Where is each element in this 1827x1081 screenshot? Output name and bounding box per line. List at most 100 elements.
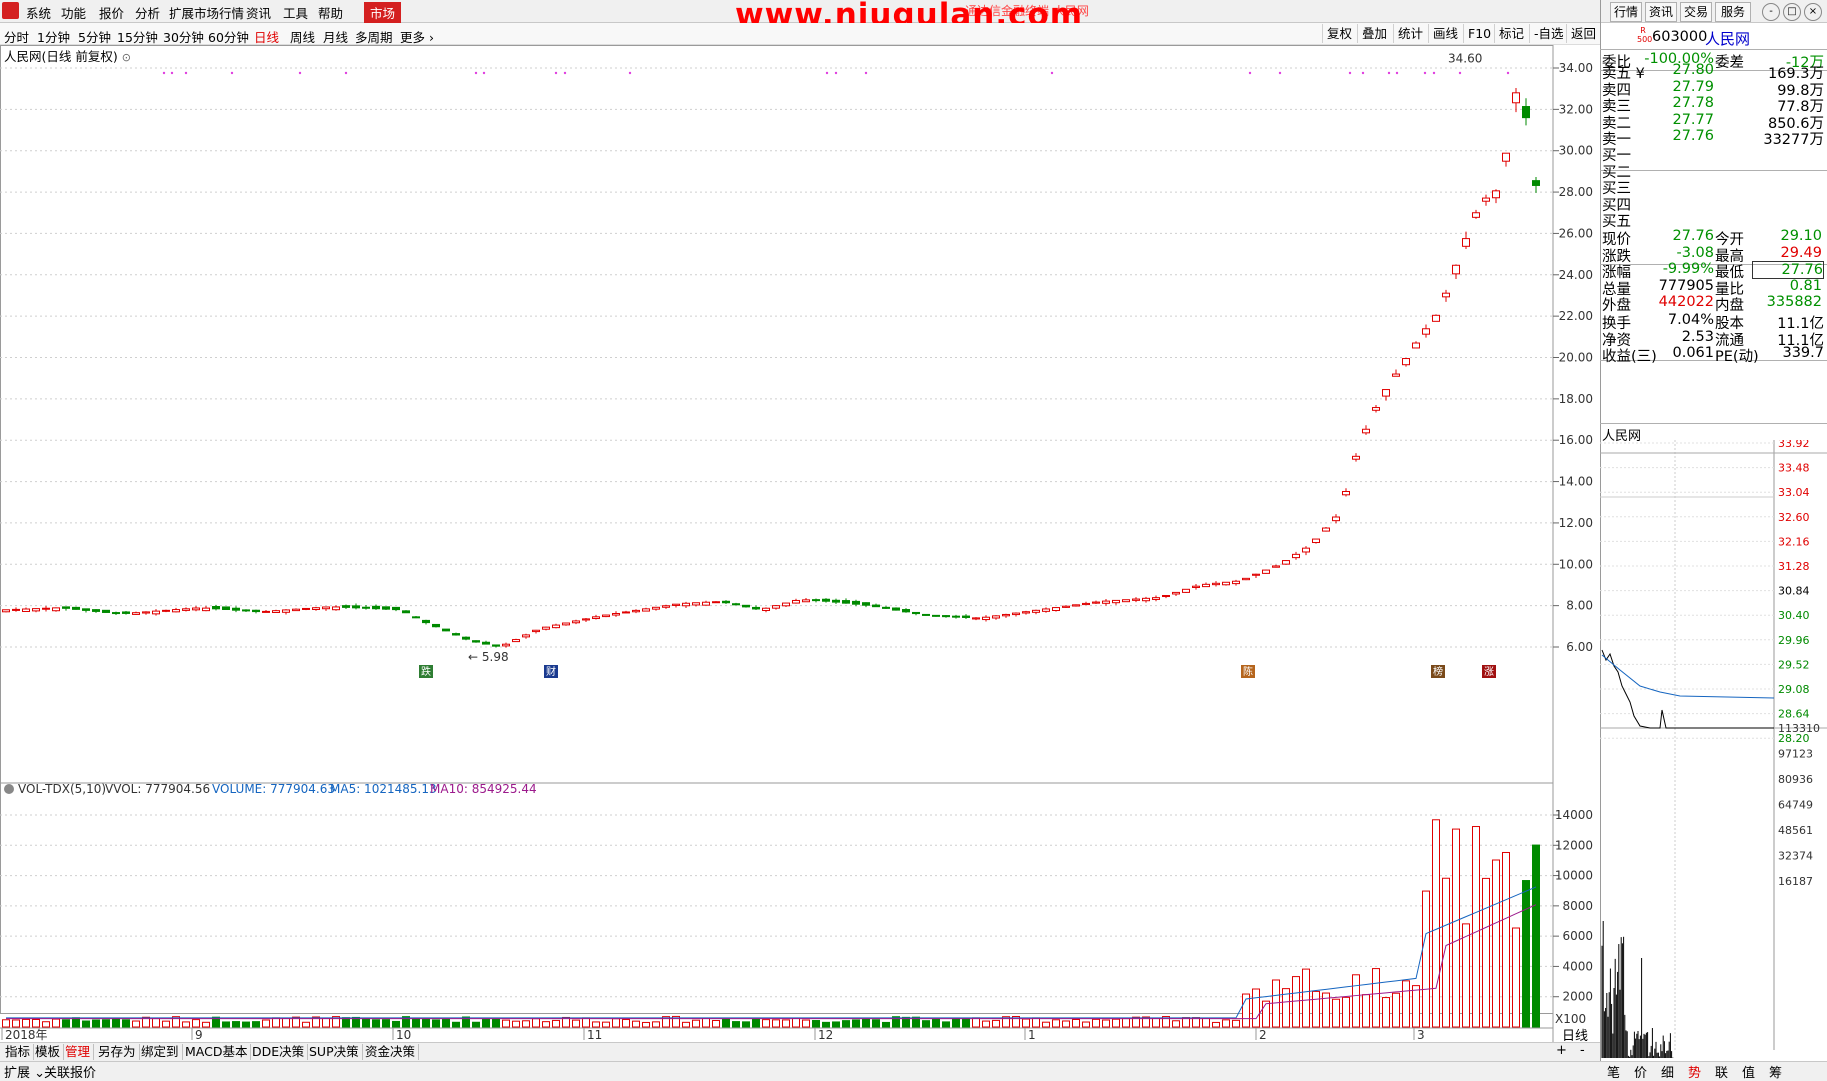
period-30min[interactable]: 30分钟 — [163, 27, 204, 46]
volume-bar — [1473, 827, 1480, 1027]
right-tab-6[interactable]: 筹 — [1769, 1062, 1782, 1081]
menu-help[interactable]: 帮助 — [318, 3, 343, 22]
volume-bar — [1443, 878, 1450, 1027]
zoom-in-icon[interactable]: + — [1556, 1043, 1567, 1058]
mini-price-label: 30.40 — [1778, 609, 1810, 622]
mini-price-label: 32.16 — [1778, 535, 1810, 548]
price-tick-label: 14.00 — [1559, 475, 1593, 489]
candle-body — [773, 606, 780, 609]
volume-bar — [423, 1019, 430, 1027]
mini-price-label: 28.64 — [1778, 708, 1810, 721]
menu-tools[interactable]: 工具 — [283, 3, 308, 22]
right-tab-5[interactable]: 值 — [1742, 1062, 1755, 1081]
candle-body — [1083, 603, 1090, 604]
menu-analysis[interactable]: 分析 — [135, 3, 160, 22]
menu-ext-market[interactable]: 扩展市场行情 — [169, 3, 244, 22]
tab-fund[interactable]: 资金决策 — [362, 1044, 419, 1060]
tab-related-quote[interactable]: 关联报价 — [44, 1062, 96, 1081]
tab-save-as[interactable]: 另存为 — [95, 1044, 140, 1060]
mark-button[interactable]: 标记 — [1494, 24, 1528, 43]
menu-system[interactable]: 系统 — [26, 3, 51, 22]
volume-bar — [223, 1022, 230, 1027]
price-tick-label: 22.00 — [1559, 309, 1593, 323]
event-marker-label[interactable]: 榜 — [1433, 665, 1443, 678]
period-15min[interactable]: 15分钟 — [117, 27, 158, 46]
candle-body — [1493, 191, 1500, 198]
event-marker-label[interactable]: 陈 — [1243, 665, 1253, 678]
draw-button[interactable]: 画线 — [1428, 24, 1462, 43]
tab-sup[interactable]: SUP决策 — [306, 1044, 363, 1060]
price-tick-label: 26.00 — [1559, 226, 1593, 240]
right-tab-0[interactable]: 笔 — [1607, 1062, 1620, 1081]
volume-bar — [163, 1021, 170, 1027]
tab-dde[interactable]: DDE决策 — [249, 1044, 308, 1060]
mini-volume-label: 97123 — [1778, 748, 1813, 761]
candle-body — [1443, 293, 1450, 297]
intraday-mini-chart[interactable]: 33.92 33.48 33.04 32.60 32.16 31.28 30.84 30.40… — [1600, 440, 1827, 1060]
mini-volume-label: 113310 — [1778, 722, 1820, 735]
candle-body — [1373, 408, 1380, 411]
volume-bar — [553, 1020, 560, 1027]
watchlist-button[interactable]: -自选 — [1529, 24, 1568, 43]
event-marker-label[interactable]: 跌 — [421, 665, 431, 678]
candle-body — [1423, 329, 1430, 334]
menu-function[interactable]: 功能 — [61, 3, 86, 22]
candle-body — [1123, 600, 1130, 602]
volume-bar — [823, 1022, 830, 1027]
volume-bar — [513, 1021, 520, 1027]
period-intraday[interactable]: 分时 — [4, 27, 29, 46]
signal-dot — [475, 72, 477, 74]
tab-extend[interactable]: 扩展 ⌄ — [4, 1062, 45, 1081]
period-monthly[interactable]: 月线 — [323, 27, 348, 46]
bid-row: 买一 — [1602, 144, 1824, 162]
back-button[interactable]: 返回 — [1566, 24, 1600, 43]
volume-bar — [13, 1020, 20, 1027]
fundamental-value: 339.7 — [1752, 345, 1824, 361]
event-marker-label[interactable]: 涨 — [1484, 666, 1494, 678]
volume-bar — [853, 1020, 860, 1027]
price-tick-label: 28.00 — [1559, 185, 1593, 199]
tab-template[interactable]: 模板 — [32, 1044, 64, 1060]
menu-news[interactable]: 资讯 — [246, 3, 271, 22]
zoom-out-icon[interactable]: - — [1580, 1043, 1585, 1058]
candle-body — [443, 629, 450, 631]
tab-macd[interactable]: MACD基本 — [182, 1044, 251, 1060]
volume-bar — [613, 1019, 620, 1027]
menu-quote[interactable]: 报价 — [99, 3, 124, 22]
adjust-button[interactable]: 复权 — [1322, 24, 1356, 43]
period-multi[interactable]: 多周期 — [355, 27, 393, 46]
stats-button[interactable]: 统计 — [1393, 24, 1427, 43]
market-button[interactable]: 市场 — [364, 2, 401, 23]
period-daily[interactable]: 日线 — [254, 27, 279, 46]
right-tab-3[interactable]: 势 — [1688, 1062, 1701, 1081]
app-logo-icon[interactable] — [2, 2, 19, 19]
f10-button[interactable]: F10 — [1463, 24, 1495, 43]
event-marker-label[interactable]: 财 — [546, 665, 556, 678]
candle-body — [1513, 93, 1520, 103]
volume-bar — [413, 1018, 420, 1027]
candle-body — [643, 609, 650, 611]
period-more[interactable]: 更多 › — [400, 27, 434, 46]
overlay-button[interactable]: 叠加 — [1357, 24, 1391, 43]
signal-dot — [299, 72, 301, 74]
right-tab-2[interactable]: 细 — [1661, 1062, 1674, 1081]
price-tick-label: 18.00 — [1559, 392, 1593, 406]
tab-bind-to[interactable]: 绑定到 — [138, 1044, 183, 1060]
volume-bar — [783, 1020, 790, 1027]
candle-body — [1433, 315, 1440, 321]
tab-manage[interactable]: 管理 — [62, 1044, 94, 1060]
right-tab-1[interactable]: 价 — [1634, 1062, 1647, 1081]
volume-bar — [1103, 1020, 1110, 1027]
right-tab-4[interactable]: 联 — [1715, 1062, 1728, 1081]
volume-unit-label: X100 — [1555, 1012, 1586, 1026]
indicator-menu-icon[interactable] — [4, 784, 14, 794]
period-1min[interactable]: 1分钟 — [37, 27, 70, 46]
volume-bar — [253, 1022, 260, 1027]
kline-chart[interactable]: 34.0032.0030.0028.0026.0024.0022.0020.00… — [0, 45, 1600, 1042]
candle-body — [1053, 608, 1060, 611]
period-5min[interactable]: 5分钟 — [78, 27, 111, 46]
period-60min[interactable]: 60分钟 — [208, 27, 249, 46]
tab-indicator[interactable]: 指标 — [2, 1044, 34, 1060]
period-weekly[interactable]: 周线 — [290, 27, 315, 46]
signal-dot — [185, 72, 187, 74]
